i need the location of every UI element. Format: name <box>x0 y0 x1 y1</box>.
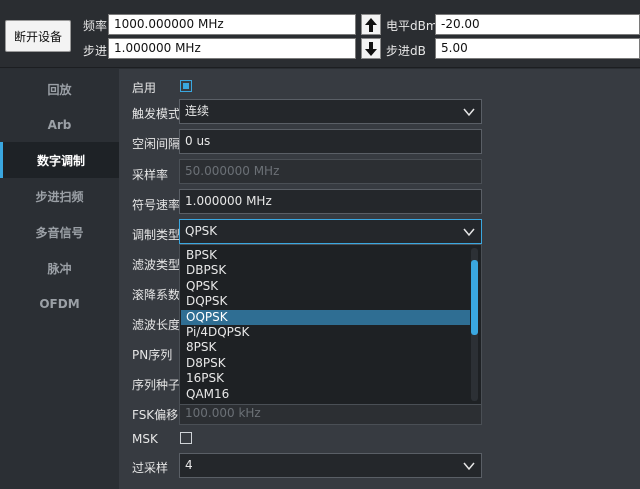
sidebar-item-step-sweep[interactable]: 步进扫频 <box>0 178 119 214</box>
sidebar-item-multitone[interactable]: 多音信号 <box>0 214 119 250</box>
sidebar: 回放 Arb 数字调制 步进扫频 多音信号 脉冲 OFDM <box>0 69 119 489</box>
option-oqpsk[interactable]: OQPSK <box>181 309 470 325</box>
fsk-offset-input: 100.000 kHz <box>179 402 482 425</box>
trigger-mode-label: 触发模式 <box>132 107 181 121</box>
idle-interval-label: 空闲间隔 <box>132 137 181 151</box>
fsk-offset-label: FSK偏移 <box>132 408 179 422</box>
option-qam16[interactable]: QAM16 <box>181 387 470 402</box>
sample-rate-label: 采样率 <box>132 168 169 182</box>
idle-interval-input[interactable]: 0 us <box>179 129 482 154</box>
modulation-type-label: 调制类型 <box>132 228 181 242</box>
chevron-down-icon <box>463 462 475 471</box>
sample-rate-input: 50.000000 MHz <box>179 159 482 184</box>
trigger-mode-select[interactable]: 连续 <box>179 99 482 124</box>
frequency-up-button[interactable] <box>361 14 381 35</box>
msk-label: MSK <box>132 432 158 446</box>
sidebar-item-pulse[interactable]: 脉冲 <box>0 250 119 286</box>
sequence-seed-label: 序列种子 <box>132 378 181 392</box>
sidebar-item-arb[interactable]: Arb <box>0 107 119 143</box>
arrow-up-icon <box>365 17 377 32</box>
option-qpsk[interactable]: QPSK <box>181 279 470 294</box>
filter-length-label: 滤波长度 <box>132 318 181 332</box>
enable-label: 启用 <box>132 81 157 95</box>
pn-sequence-label: PN序列 <box>132 348 173 362</box>
top-toolbar: 断开设备 频率 1000.000000 MHz 步进 1.000000 MHz … <box>0 0 640 68</box>
chevron-down-icon <box>463 108 475 117</box>
frequency-down-button[interactable] <box>361 38 381 59</box>
disconnect-device-button[interactable]: 断开设备 <box>5 20 71 52</box>
option-d8psk[interactable]: D8PSK <box>181 356 470 371</box>
frequency-input[interactable]: 1000.000000 MHz <box>108 14 356 35</box>
frequency-step-input[interactable]: 1.000000 MHz <box>108 38 356 59</box>
frequency-label: 频率 <box>83 19 108 33</box>
frequency-step-label: 步进 <box>83 44 108 58</box>
sidebar-item-digital-modulation[interactable]: 数字调制 <box>0 142 119 178</box>
symbol-rate-input[interactable]: 1.000000 MHz <box>179 189 482 214</box>
rolloff-label: 滚降系数 <box>132 288 181 302</box>
trigger-mode-value: 连续 <box>185 104 210 118</box>
arrow-down-icon <box>365 41 377 56</box>
symbol-rate-label: 符号速率 <box>132 198 181 212</box>
modulation-type-value: QPSK <box>185 224 218 238</box>
level-step-label: 步进dB <box>386 44 426 58</box>
option-16psk[interactable]: 16PSK <box>181 371 470 386</box>
enable-checkbox[interactable] <box>180 80 192 92</box>
option-8psk[interactable]: 8PSK <box>181 340 470 355</box>
option-dbpsk[interactable]: DBPSK <box>181 263 470 278</box>
modulation-type-dropdown: BPSK DBPSK QPSK DQPSK OQPSK Pi/4DQPSK 8P… <box>179 244 482 405</box>
filter-type-label: 滤波类型 <box>132 258 181 272</box>
option-bpsk[interactable]: BPSK <box>181 248 470 263</box>
sidebar-item-ofdm[interactable]: OFDM <box>0 286 119 322</box>
oversampling-value: 4 <box>185 458 193 472</box>
chevron-down-icon <box>463 228 475 237</box>
oversampling-select[interactable]: 4 <box>179 453 482 478</box>
oversampling-label: 过采样 <box>132 461 169 475</box>
level-input[interactable]: -20.00 <box>435 14 640 35</box>
dropdown-scrollbar-thumb[interactable] <box>471 260 478 335</box>
msk-checkbox[interactable] <box>180 432 192 444</box>
option-pi4dqpsk[interactable]: Pi/4DQPSK <box>181 325 470 340</box>
option-dqpsk[interactable]: DQPSK <box>181 294 470 309</box>
level-label: 电平dBm <box>386 19 438 33</box>
sidebar-item-playback[interactable]: 回放 <box>0 71 119 107</box>
level-step-input[interactable]: 5.00 <box>435 38 640 59</box>
dropdown-scrollbar[interactable] <box>471 248 478 401</box>
modulation-type-select[interactable]: QPSK <box>179 219 482 244</box>
